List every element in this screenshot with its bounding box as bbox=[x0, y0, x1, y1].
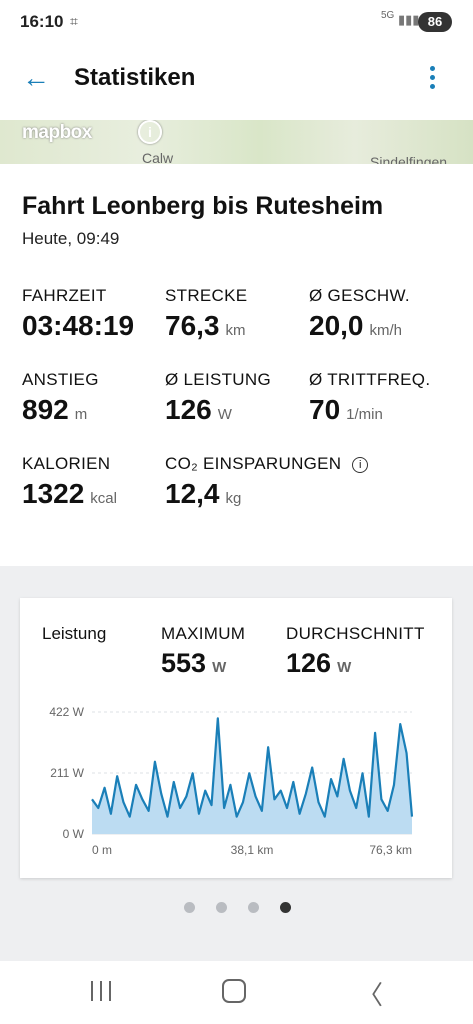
x-tick-label: 76,3 km bbox=[369, 843, 412, 857]
page-dot[interactable] bbox=[184, 902, 195, 913]
stat-unit: kcal bbox=[90, 490, 117, 507]
more-vert-icon[interactable] bbox=[430, 66, 440, 96]
status-bar: 16:10 ⌗ 5G ▮▮▮ 86 bbox=[0, 0, 473, 44]
map-info-icon[interactable]: i bbox=[138, 120, 162, 144]
stat-anstieg: ANSTIEG 892 m bbox=[22, 370, 99, 426]
ride-date: Heute, 09:49 bbox=[22, 229, 120, 248]
max-value: 553 W bbox=[161, 648, 227, 678]
arrow-back-icon[interactable]: ← bbox=[22, 64, 50, 92]
stat-label: ANSTIEG bbox=[22, 370, 99, 389]
page-dot[interactable] bbox=[216, 902, 227, 913]
stat-label: Ø LEISTUNG bbox=[165, 370, 271, 389]
power-chart-card[interactable]: Leistung MAXIMUM 553 W DURCHSCHNITT 126 W … bbox=[20, 598, 452, 878]
max-label: MAXIMUM bbox=[161, 624, 246, 643]
stat-unit: 1/min bbox=[346, 406, 383, 423]
system-nav-bar: 〈 bbox=[0, 961, 473, 1024]
recent-apps-icon[interactable] bbox=[91, 981, 113, 1001]
stat-label: FAHRZEIT bbox=[22, 286, 107, 305]
power-chart: 422 W 211 W 0 W 0 m 38,1 km 76,3 km bbox=[49, 705, 414, 857]
status-time: 16:10 bbox=[20, 12, 64, 31]
stat-kalorien: KALORIEN 1322 kcal bbox=[22, 454, 117, 510]
chart-card-label: Leistung bbox=[42, 624, 107, 643]
stat-leistung: Ø LEISTUNG 126 W bbox=[165, 370, 271, 426]
stat-trittfreq: Ø TRITTFREQ. 70 1/min bbox=[309, 370, 430, 426]
stat-value: 03:48:19 bbox=[22, 310, 135, 341]
battery-badge: 86 bbox=[418, 12, 452, 32]
back-icon[interactable]: 〈 bbox=[357, 975, 383, 1012]
stat-value: 1322 kcal bbox=[22, 478, 117, 509]
y-tick-label: 0 W bbox=[63, 827, 85, 841]
stat-label: STRECKE bbox=[165, 286, 248, 305]
co2-info-icon[interactable]: i bbox=[352, 457, 369, 473]
stat-value: 126 W bbox=[165, 394, 232, 425]
stat-unit: km bbox=[225, 322, 246, 339]
stat-value: 20,0 km/h bbox=[309, 310, 403, 341]
home-icon[interactable] bbox=[222, 979, 246, 1003]
y-tick-label: 422 W bbox=[49, 705, 84, 719]
stat-value: 892 m bbox=[22, 394, 88, 425]
ride-title: Fahrt Leonberg bis Rutesheim bbox=[22, 192, 384, 220]
route-map[interactable]: mapbox i Calw Sindelfingen bbox=[0, 120, 473, 164]
stat-unit: m bbox=[74, 406, 88, 423]
x-tick-label: 38,1 km bbox=[231, 843, 274, 857]
stat-value: 12,4 kg bbox=[165, 478, 242, 509]
stat-label: KALORIEN bbox=[22, 454, 111, 473]
mapbox-logo[interactable]: mapbox bbox=[22, 122, 92, 144]
stat-fahrzeit: FAHRZEIT 03:48:19 bbox=[22, 286, 134, 342]
avg-value: 126 W bbox=[286, 648, 352, 678]
screenshot-icon: ⌗ bbox=[70, 13, 78, 29]
map-place-label: Sindelfingen bbox=[370, 154, 448, 164]
stat-unit: kg bbox=[225, 490, 242, 507]
page-indicator[interactable] bbox=[184, 902, 294, 916]
stat-value: 70 1/min bbox=[309, 394, 383, 425]
stat-geschw: Ø GESCHW. 20,0 km/h bbox=[309, 286, 410, 342]
page-dot[interactable] bbox=[248, 902, 259, 913]
app-bar: ← Statistiken bbox=[0, 44, 473, 120]
page-dot[interactable] bbox=[280, 902, 291, 913]
stat-unit: W bbox=[217, 406, 232, 423]
x-tick-label: 0 m bbox=[92, 843, 112, 857]
stat-co2: CO₂ EINSPARUNGEN i 12,4 kg bbox=[165, 454, 395, 510]
avg-label: DURCHSCHNITT bbox=[286, 624, 425, 643]
signal-icon: ▮▮▮ bbox=[398, 12, 420, 27]
stat-label: Ø GESCHW. bbox=[309, 286, 410, 305]
stat-label: Ø TRITTFREQ. bbox=[309, 370, 431, 389]
y-tick-label: 211 W bbox=[50, 766, 84, 780]
stat-strecke: STRECKE 76,3 km bbox=[165, 286, 247, 342]
page-title: Statistiken bbox=[74, 64, 196, 91]
stat-value: 76,3 km bbox=[165, 310, 246, 341]
network-type: 5G bbox=[381, 10, 395, 21]
map-place-label: Calw bbox=[142, 150, 174, 164]
stat-label: CO₂ EINSPARUNGEN i bbox=[165, 454, 395, 474]
stat-unit: km/h bbox=[369, 322, 403, 339]
